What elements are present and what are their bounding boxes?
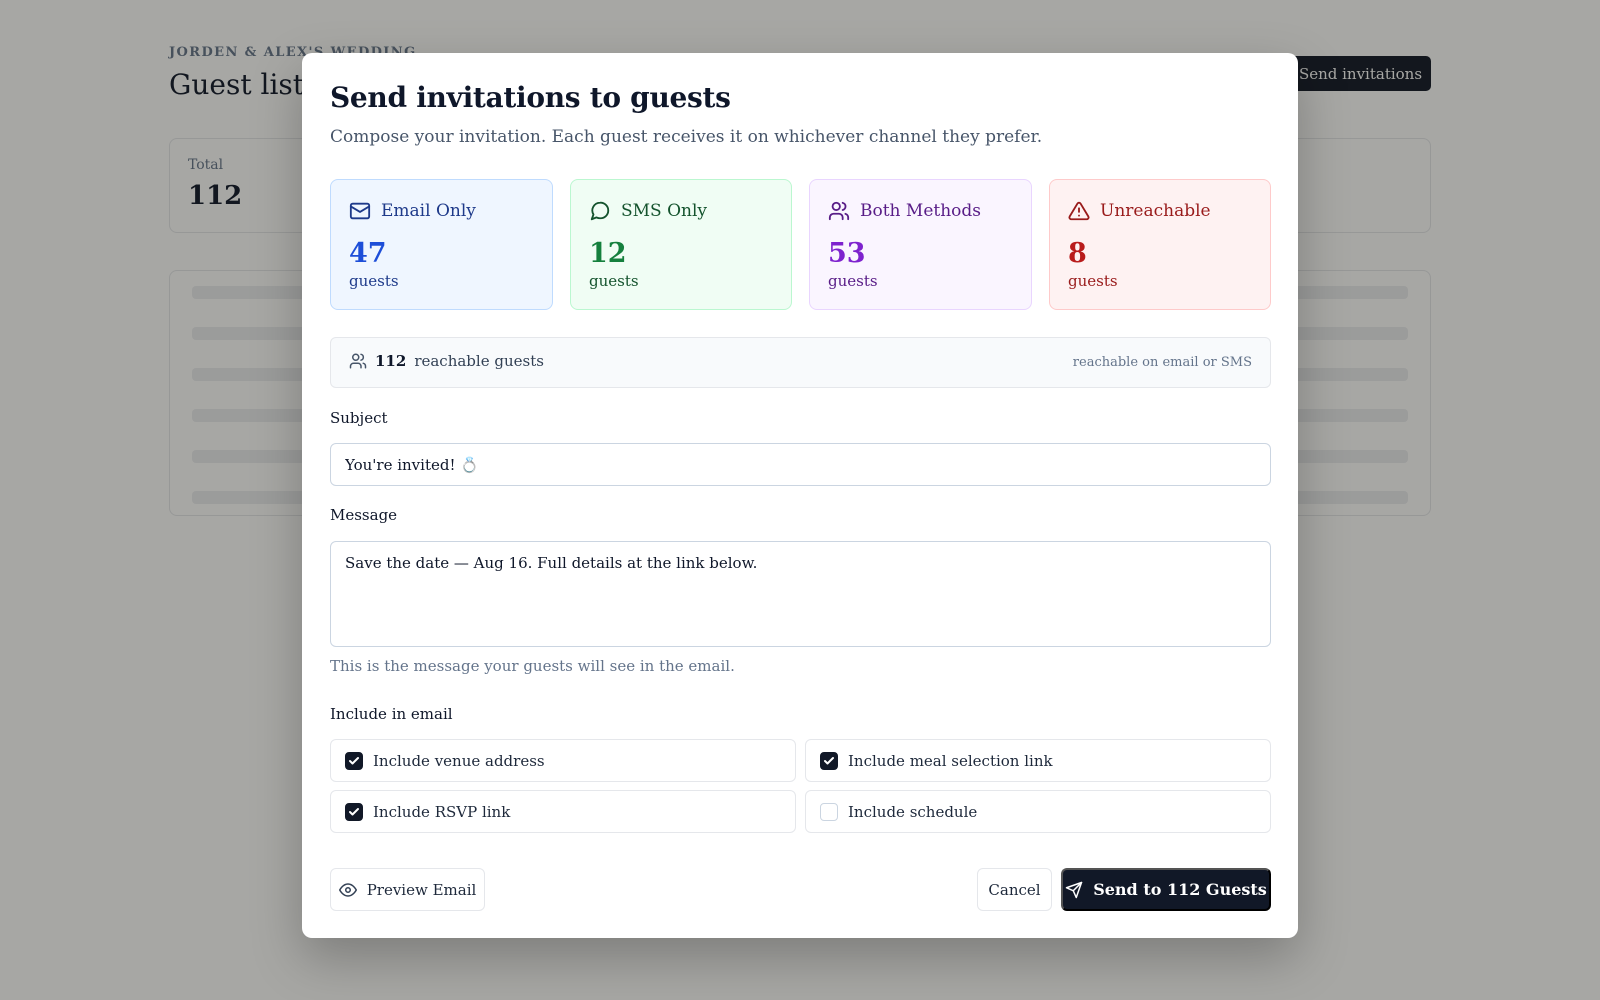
channel-unit: guests bbox=[828, 272, 878, 290]
checkbox-checked[interactable] bbox=[820, 751, 838, 770]
check-icon bbox=[349, 756, 359, 764]
option-label: Include schedule bbox=[848, 802, 978, 821]
option-label: Include venue address bbox=[373, 751, 545, 770]
sms-only-card: SMS Only 12 guests bbox=[570, 179, 792, 310]
message-circle-icon bbox=[590, 201, 610, 221]
channel-label: Unreachable bbox=[1100, 201, 1211, 221]
preview-email-button[interactable]: Preview Email bbox=[330, 868, 485, 911]
option-label: Include RSVP link bbox=[373, 802, 511, 821]
check-icon bbox=[349, 807, 359, 815]
channel-unit: guests bbox=[349, 272, 399, 290]
channel-label: Email Only bbox=[381, 201, 476, 221]
channel-count: 47 bbox=[349, 238, 387, 269]
send-invitations-modal: Send invitations to guests Compose your … bbox=[302, 53, 1298, 938]
option-rsvp-link[interactable]: Include RSVP link bbox=[330, 790, 796, 833]
checkbox-checked[interactable] bbox=[345, 802, 363, 821]
channel-count: 12 bbox=[589, 238, 627, 269]
reachable-count: 112 bbox=[375, 352, 407, 370]
modal-title: Send invitations to guests bbox=[330, 81, 731, 114]
channel-label: Both Methods bbox=[860, 201, 982, 221]
users-icon bbox=[349, 353, 367, 369]
message-textarea[interactable]: Save the date — Aug 16. Full details at … bbox=[330, 541, 1271, 647]
users-icon bbox=[828, 201, 850, 221]
eye-icon bbox=[338, 882, 357, 897]
checkbox-unchecked[interactable] bbox=[820, 802, 838, 821]
channel-count: 53 bbox=[828, 238, 866, 269]
both-methods-card: Both Methods 53 guests bbox=[809, 179, 1032, 310]
message-hint: This is the message your guests will see… bbox=[330, 657, 735, 675]
cancel-button[interactable]: Cancel bbox=[977, 868, 1052, 911]
reachable-summary: 112 reachable guests reachable on email … bbox=[330, 337, 1271, 388]
subject-label: Subject bbox=[330, 409, 388, 427]
option-venue-address[interactable]: Include venue address bbox=[330, 739, 796, 782]
checkbox-checked[interactable] bbox=[345, 751, 363, 770]
preview-email-label: Preview Email bbox=[366, 880, 477, 899]
check-icon bbox=[824, 756, 834, 764]
option-meal-selection-link[interactable]: Include meal selection link bbox=[805, 739, 1271, 782]
message-label: Message bbox=[330, 506, 398, 524]
channel-label: SMS Only bbox=[621, 201, 708, 221]
channel-unit: guests bbox=[589, 272, 639, 290]
send-icon bbox=[1065, 881, 1083, 898]
reachable-note: reachable on email or SMS bbox=[1072, 355, 1252, 370]
send-label: Send to 112 Guests bbox=[1093, 880, 1267, 899]
mail-icon bbox=[349, 202, 371, 220]
reachable-label: reachable guests bbox=[414, 352, 544, 370]
channel-count: 8 bbox=[1068, 238, 1087, 269]
email-only-card: Email Only 47 guests bbox=[330, 179, 553, 310]
include-label: Include in email bbox=[330, 705, 453, 723]
alert-triangle-icon bbox=[1068, 201, 1090, 221]
subject-input[interactable] bbox=[330, 443, 1271, 486]
send-button[interactable]: Send to 112 Guests bbox=[1061, 868, 1271, 911]
unreachable-card: Unreachable 8 guests bbox=[1049, 179, 1271, 310]
modal-subtitle: Compose your invitation. Each guest rece… bbox=[330, 127, 1043, 147]
option-label: Include meal selection link bbox=[848, 751, 1053, 770]
channel-unit: guests bbox=[1068, 272, 1118, 290]
option-schedule[interactable]: Include schedule bbox=[805, 790, 1271, 833]
